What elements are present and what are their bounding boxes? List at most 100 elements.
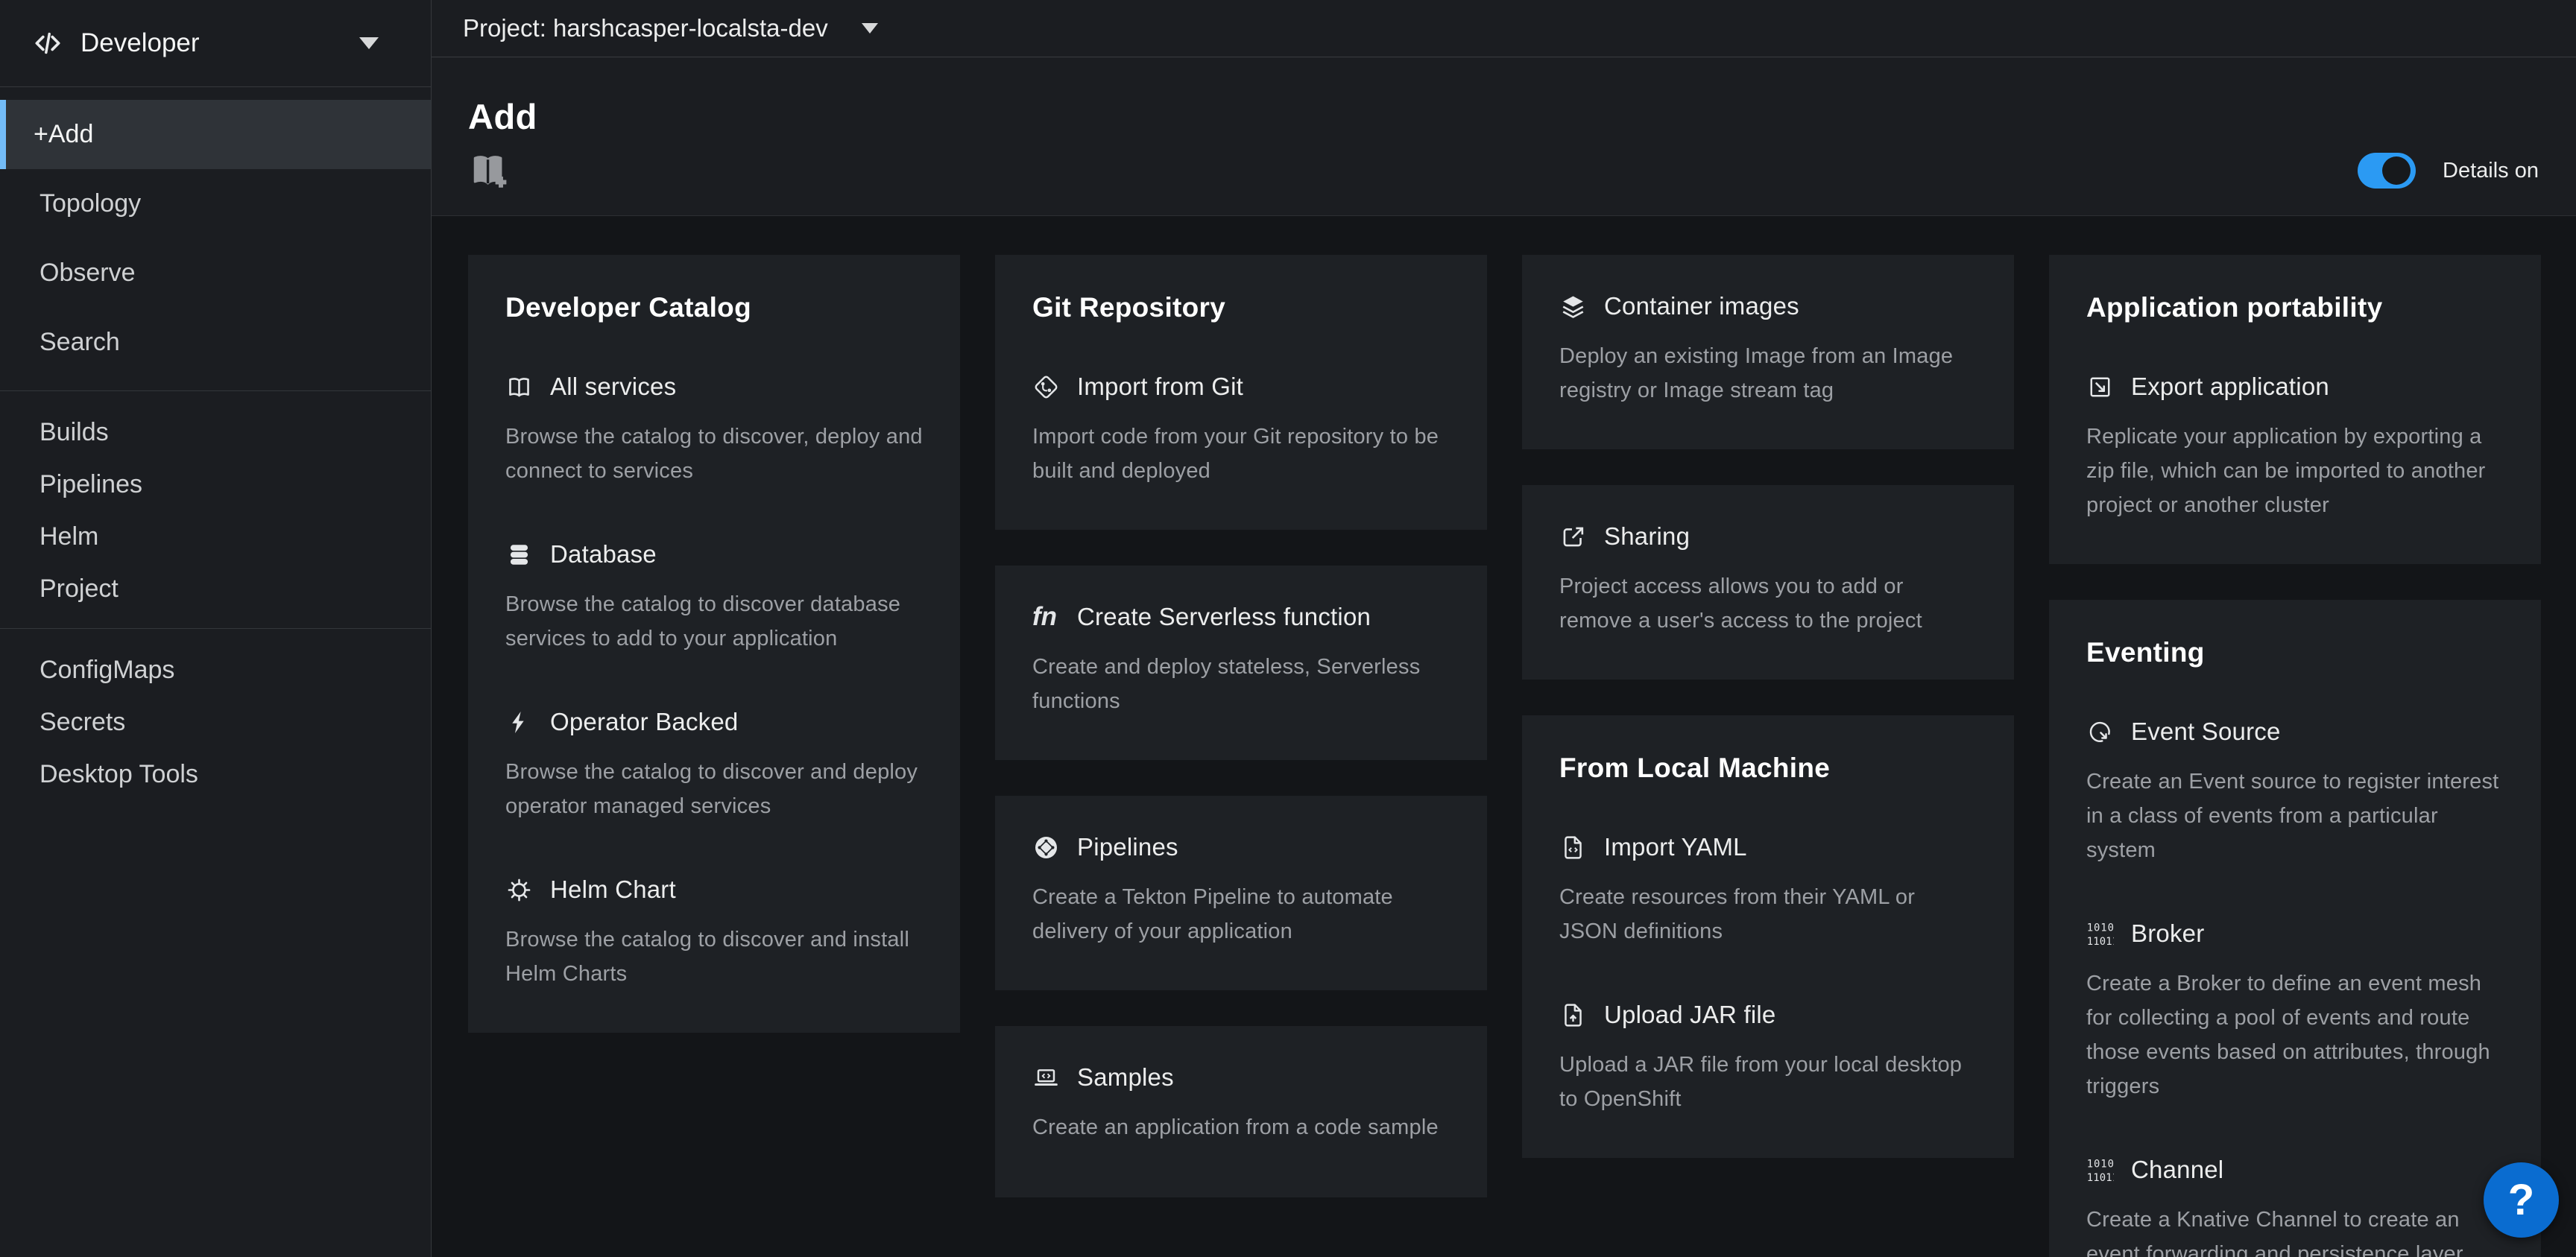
- add-item-samples[interactable]: Samples Create an application from a cod…: [1032, 1063, 1450, 1144]
- add-item-upload-jar-file[interactable]: Upload JAR file Upload a JAR file from y…: [1559, 1001, 1977, 1116]
- add-item-database[interactable]: Database Browse the catalog to discover …: [505, 540, 923, 656]
- sidebar-item-project[interactable]: Project: [0, 563, 431, 615]
- sidebar-item-topology[interactable]: Topology: [0, 169, 431, 238]
- card-from-local-machine: From Local Machine Import YAML Create re…: [1522, 715, 2014, 1158]
- add-item-operator-backed[interactable]: Operator Backed Browse the catalog to di…: [505, 708, 923, 823]
- main-area: Project: harshcasper-localsta-dev Add De…: [432, 0, 2576, 1257]
- sidebar-item-label: Search: [40, 328, 120, 357]
- sidebar-item-label: Pipelines: [40, 470, 142, 499]
- bolt-icon: [505, 709, 533, 736]
- project-selector-label: Project: harshcasper-localsta-dev: [463, 14, 828, 42]
- add-item-all-services[interactable]: All services Browse the catalog to disco…: [505, 373, 923, 488]
- project-selector[interactable]: Project: harshcasper-localsta-dev: [432, 0, 2576, 57]
- page-header: Add Details on: [432, 57, 2576, 216]
- add-item-import-from-git[interactable]: Import from Git Import code from your Gi…: [1032, 373, 1450, 488]
- item-description: Create a Tekton Pipeline to automate del…: [1032, 880, 1450, 949]
- helm-icon: [505, 876, 533, 904]
- file-upload-icon: [1559, 1001, 1587, 1029]
- details-toggle[interactable]: [2358, 153, 2416, 189]
- toggle-knob: [2382, 156, 2411, 185]
- card-title: Git Repository: [1032, 292, 1450, 323]
- database-icon: [505, 541, 533, 569]
- item-description: Create a Broker to define an event mesh …: [2086, 966, 2504, 1104]
- item-description: Replicate your application by exporting …: [2086, 419, 2504, 522]
- samples-icon: [1032, 1064, 1060, 1092]
- item-description: Create a Knative Channel to create an ev…: [2086, 1203, 2504, 1257]
- add-item-helm-chart[interactable]: Helm Chart Browse the catalog to discove…: [505, 876, 923, 991]
- add-item-sharing[interactable]: Sharing Project access allows you to add…: [1559, 522, 1977, 638]
- perspective-label: Developer: [80, 28, 200, 58]
- sidebar-item-label: Secrets: [40, 708, 125, 737]
- page-title: Add: [468, 96, 537, 137]
- item-description: Browse the catalog to discover and deplo…: [505, 755, 923, 823]
- item-description: Create an application from a code sample: [1032, 1110, 1450, 1144]
- binary-channel-icon: [2086, 1156, 2114, 1184]
- pipelines-icon: [1032, 834, 1060, 861]
- details-toggle-group: Details on: [2358, 153, 2539, 189]
- export-icon: [2086, 373, 2114, 401]
- sidebar-item-configmaps[interactable]: ConfigMaps: [0, 644, 431, 696]
- item-description: Create an Event source to register inter…: [2086, 764, 2504, 867]
- card-pipelines: Pipelines Create a Tekton Pipeline to au…: [995, 796, 1487, 990]
- add-item-channel[interactable]: Channel Create a Knative Channel to crea…: [2086, 1156, 2504, 1257]
- sidebar-item-add[interactable]: +Add: [0, 100, 431, 169]
- sidebar-item-search[interactable]: Search: [0, 308, 431, 377]
- item-description: Deploy an existing Image from an Image r…: [1559, 339, 1977, 408]
- sidebar-item-label: ConfigMaps: [40, 656, 174, 685]
- help-button[interactable]: ?: [2484, 1162, 2559, 1238]
- card-title: Developer Catalog: [505, 292, 923, 323]
- function-icon: fn: [1032, 604, 1060, 631]
- add-item-create-serverless-function[interactable]: fn Create Serverless function Create and…: [1032, 603, 1450, 718]
- help-button-label: ?: [2508, 1175, 2534, 1225]
- item-description: Browse the catalog to discover and insta…: [505, 922, 923, 991]
- add-item-container-images[interactable]: Container images Deploy an existing Imag…: [1559, 292, 1977, 408]
- card-samples: Samples Create an application from a cod…: [995, 1026, 1487, 1197]
- sidebar-item-label: Desktop Tools: [40, 760, 198, 789]
- sidebar-item-label: Helm: [40, 522, 98, 551]
- cards-column-2: Git Repository Import from Git Import co…: [995, 255, 1487, 1197]
- details-toggle-label: Details on: [2443, 159, 2539, 183]
- card-container-images: Container images Deploy an existing Imag…: [1522, 255, 2014, 449]
- card-sharing: Sharing Project access allows you to add…: [1522, 485, 2014, 680]
- sidebar-item-builds[interactable]: Builds: [0, 406, 431, 458]
- add-item-export-application[interactable]: Export application Replicate your applic…: [2086, 373, 2504, 522]
- item-description: Browse the catalog to discover database …: [505, 587, 923, 656]
- card-title: Application portability: [2086, 292, 2504, 323]
- sidebar-item-label: +Add: [34, 120, 93, 149]
- add-page-cards: Developer Catalog All services Browse th…: [432, 216, 2576, 1257]
- card-developer-catalog: Developer Catalog All services Browse th…: [468, 255, 960, 1033]
- sidebar-item-helm[interactable]: Helm: [0, 510, 431, 563]
- item-description: Browse the catalog to discover, deploy a…: [505, 419, 923, 488]
- sidebar-item-label: Topology: [40, 189, 141, 218]
- sidebar-item-label: Project: [40, 574, 119, 604]
- perspective-switcher[interactable]: Developer: [0, 0, 431, 87]
- sidebar-item-label: Observe: [40, 259, 136, 288]
- add-item-import-yaml[interactable]: Import YAML Create resources from their …: [1559, 833, 1977, 949]
- cards-column-4: Application portability Export applicati…: [2049, 255, 2541, 1257]
- layers-icon: [1559, 293, 1587, 320]
- item-description: Upload a JAR file from your local deskto…: [1559, 1048, 1977, 1116]
- quickstart-book-plus-icon[interactable]: [468, 148, 511, 191]
- sidebar-item-pipelines[interactable]: Pipelines: [0, 458, 431, 510]
- sidebar-item-label: Builds: [40, 418, 109, 447]
- sidebar-item-observe[interactable]: Observe: [0, 238, 431, 308]
- add-item-event-source[interactable]: Event Source Create an Event source to r…: [2086, 718, 2504, 867]
- sidebar-nav: +Add Topology Observe Search Builds Pipe…: [0, 87, 431, 800]
- nav-divider: [0, 628, 431, 629]
- item-description: Import code from your Git repository to …: [1032, 419, 1450, 488]
- add-item-broker[interactable]: Broker Create a Broker to define an even…: [2086, 919, 2504, 1104]
- sidebar-item-desktop-tools[interactable]: Desktop Tools: [0, 748, 431, 800]
- catalog-book-icon: [505, 373, 533, 401]
- card-title: From Local Machine: [1559, 753, 1977, 784]
- binary-broker-icon: [2086, 920, 2114, 948]
- card-git-repository: Git Repository Import from Git Import co…: [995, 255, 1487, 530]
- file-code-icon: [1559, 834, 1587, 861]
- sidebar-item-secrets[interactable]: Secrets: [0, 696, 431, 748]
- openshift-dev-console: Developer +Add Topology Observe Search B…: [0, 0, 2576, 1257]
- code-icon: [31, 27, 64, 60]
- item-description: Create resources from their YAML or JSON…: [1559, 880, 1977, 949]
- sidebar: Developer +Add Topology Observe Search B…: [0, 0, 432, 1257]
- add-item-pipelines[interactable]: Pipelines Create a Tekton Pipeline to au…: [1032, 833, 1450, 949]
- git-icon: [1032, 373, 1060, 401]
- cards-column-1: Developer Catalog All services Browse th…: [468, 255, 960, 1033]
